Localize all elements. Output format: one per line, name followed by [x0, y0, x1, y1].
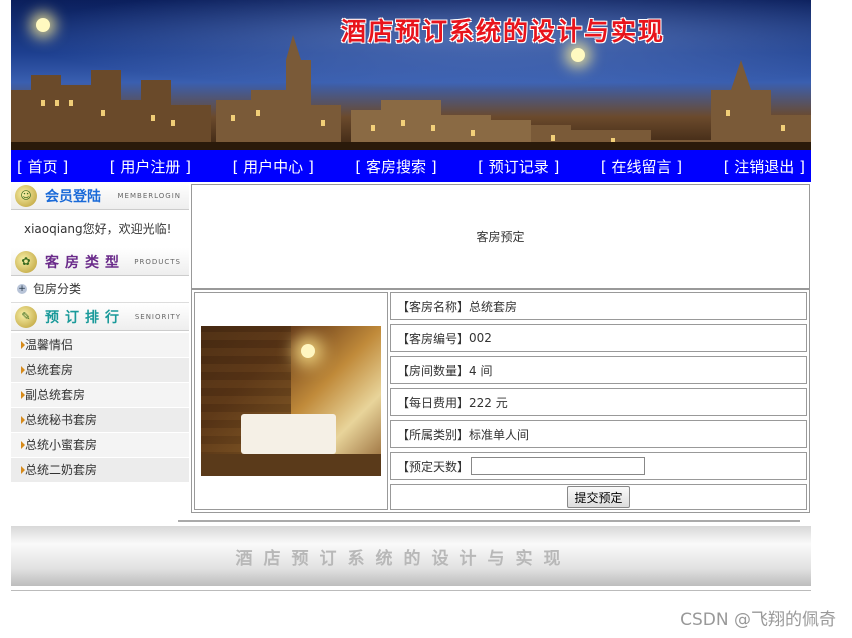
- content-divider: [178, 520, 800, 522]
- rank-icon: ✎: [15, 305, 37, 328]
- nav-messages[interactable]: [ 在线留言 ]: [601, 156, 682, 177]
- daily-fee-row: 【每日费用】 222 元: [390, 388, 807, 416]
- arrow-right-icon: [21, 441, 25, 449]
- member-login-en: MEMBERLOGIN: [117, 191, 181, 200]
- site-title: 酒店预订系统的设计与实现: [341, 17, 666, 46]
- rank-item[interactable]: 总统小蜜套房: [11, 433, 189, 458]
- nav-room-search[interactable]: [ 客房搜索 ]: [355, 156, 436, 177]
- member-login-header: ☺ 会员登陆 MEMBERLOGIN: [11, 182, 189, 210]
- arrow-right-icon: [21, 341, 25, 349]
- footer-banner: 酒店预订系统的设计与实现: [11, 526, 811, 586]
- room-category-row: 【所属类别】 标准单人间: [390, 420, 807, 448]
- rank-item[interactable]: 总统秘书套房: [11, 408, 189, 433]
- member-login-title: 会员登陆: [45, 188, 101, 205]
- nav-logout[interactable]: [ 注销退出 ]: [724, 156, 805, 177]
- room-photo-cell: [194, 292, 388, 510]
- room-photo: [201, 326, 381, 476]
- booking-days-input[interactable]: [471, 457, 646, 475]
- room-types-icon: ✿: [15, 250, 37, 273]
- main-area: ☺ 会员登陆 MEMBERLOGIN xiaoqiang您好，欢迎光临! ✿ 客…: [11, 182, 811, 516]
- room-types-en: PRODUCTS: [134, 257, 181, 266]
- booking-header-box: 客房预定: [191, 184, 810, 289]
- rank-title: 预订排行: [45, 309, 125, 326]
- rank-item[interactable]: 总统套房: [11, 358, 189, 383]
- sidebar: ☺ 会员登陆 MEMBERLOGIN xiaoqiang您好，欢迎光临! ✿ 客…: [11, 182, 189, 483]
- expand-plus-icon[interactable]: +: [17, 284, 27, 294]
- csdn-watermark: CSDN @飞翔的佩奇: [680, 610, 836, 630]
- booking-days-label: 【预定天数】: [397, 459, 470, 474]
- arrow-right-icon: [21, 416, 25, 424]
- room-name-label: 【客房名称】: [397, 299, 470, 314]
- room-category-value: 标准单人间: [469, 427, 530, 442]
- room-category-label: 【所属类别】: [397, 427, 470, 442]
- room-count-label: 【房间数量】: [397, 363, 470, 378]
- photo-bed: [241, 414, 336, 454]
- room-types-title: 客房类型: [45, 254, 125, 271]
- room-number-label: 【客房编号】: [397, 331, 470, 346]
- rank-item[interactable]: 总统二奶套房: [11, 458, 189, 483]
- nav-booking-records[interactable]: [ 预订记录 ]: [478, 156, 559, 177]
- rank-list: 温馨情侣 总统套房 副总统套房 总统秘书套房 总统小蜜套房 总统二奶套房: [11, 331, 189, 483]
- category-label: 包房分类: [33, 282, 82, 296]
- rank-header: ✎ 预订排行 SENIORITY: [11, 303, 189, 331]
- booking-days-row: 【预定天数】: [390, 452, 807, 480]
- main-nav: [ 首页 ] [ 用户注册 ] [ 用户中心 ] [ 客房搜索 ] [ 预订记录…: [11, 150, 811, 182]
- header-banner: 酒店预订系统的设计与实现: [11, 0, 811, 150]
- arrow-right-icon: [21, 391, 25, 399]
- arrow-right-icon: [21, 466, 25, 474]
- street-lamp: [571, 48, 585, 62]
- photo-floor: [201, 454, 381, 476]
- room-name-value: 总统套房: [469, 299, 518, 314]
- street-lamp: [36, 18, 50, 32]
- footer-line: [11, 590, 811, 591]
- room-name-row: 【客房名称】 总统套房: [390, 292, 807, 320]
- daily-fee-label: 【每日费用】: [397, 395, 470, 410]
- nav-home[interactable]: [ 首页 ]: [17, 156, 68, 177]
- rank-item[interactable]: 副总统套房: [11, 383, 189, 408]
- submit-booking-button[interactable]: 提交预定: [567, 486, 630, 508]
- daily-fee-value: 222 元: [469, 395, 508, 410]
- room-number-row: 【客房编号】 002: [390, 324, 807, 352]
- member-icon: ☺: [15, 184, 37, 207]
- page-wrapper: 酒店预订系统的设计与实现 [ 首页 ] [ 用户注册 ] [ 用户中心 ] [ …: [11, 0, 811, 516]
- room-count-value: 4 间: [469, 363, 493, 378]
- room-types-header: ✿ 客房类型 PRODUCTS: [11, 248, 189, 276]
- room-count-row: 【房间数量】 4 间: [390, 356, 807, 384]
- category-room-packages[interactable]: + 包房分类: [11, 276, 189, 303]
- booking-header-text: 客房预定: [476, 230, 525, 244]
- room-detail-table: 【客房名称】 总统套房 【客房编号】 002 【房间数量】 4 间 【每日费用】…: [191, 289, 810, 513]
- city-skyline-image: [11, 35, 811, 150]
- nav-user-center[interactable]: [ 用户中心 ]: [233, 156, 314, 177]
- welcome-message: xiaoqiang您好，欢迎光临!: [24, 222, 172, 236]
- nav-register[interactable]: [ 用户注册 ]: [110, 156, 191, 177]
- submit-row: 提交预定: [390, 484, 807, 510]
- room-number-value: 002: [469, 331, 492, 345]
- rank-item[interactable]: 温馨情侣: [11, 333, 189, 358]
- photo-light: [301, 344, 315, 358]
- footer-title: 酒店预订系统的设计与实现: [235, 548, 572, 569]
- arrow-right-icon: [21, 366, 25, 374]
- rank-en: SENIORITY: [134, 312, 181, 321]
